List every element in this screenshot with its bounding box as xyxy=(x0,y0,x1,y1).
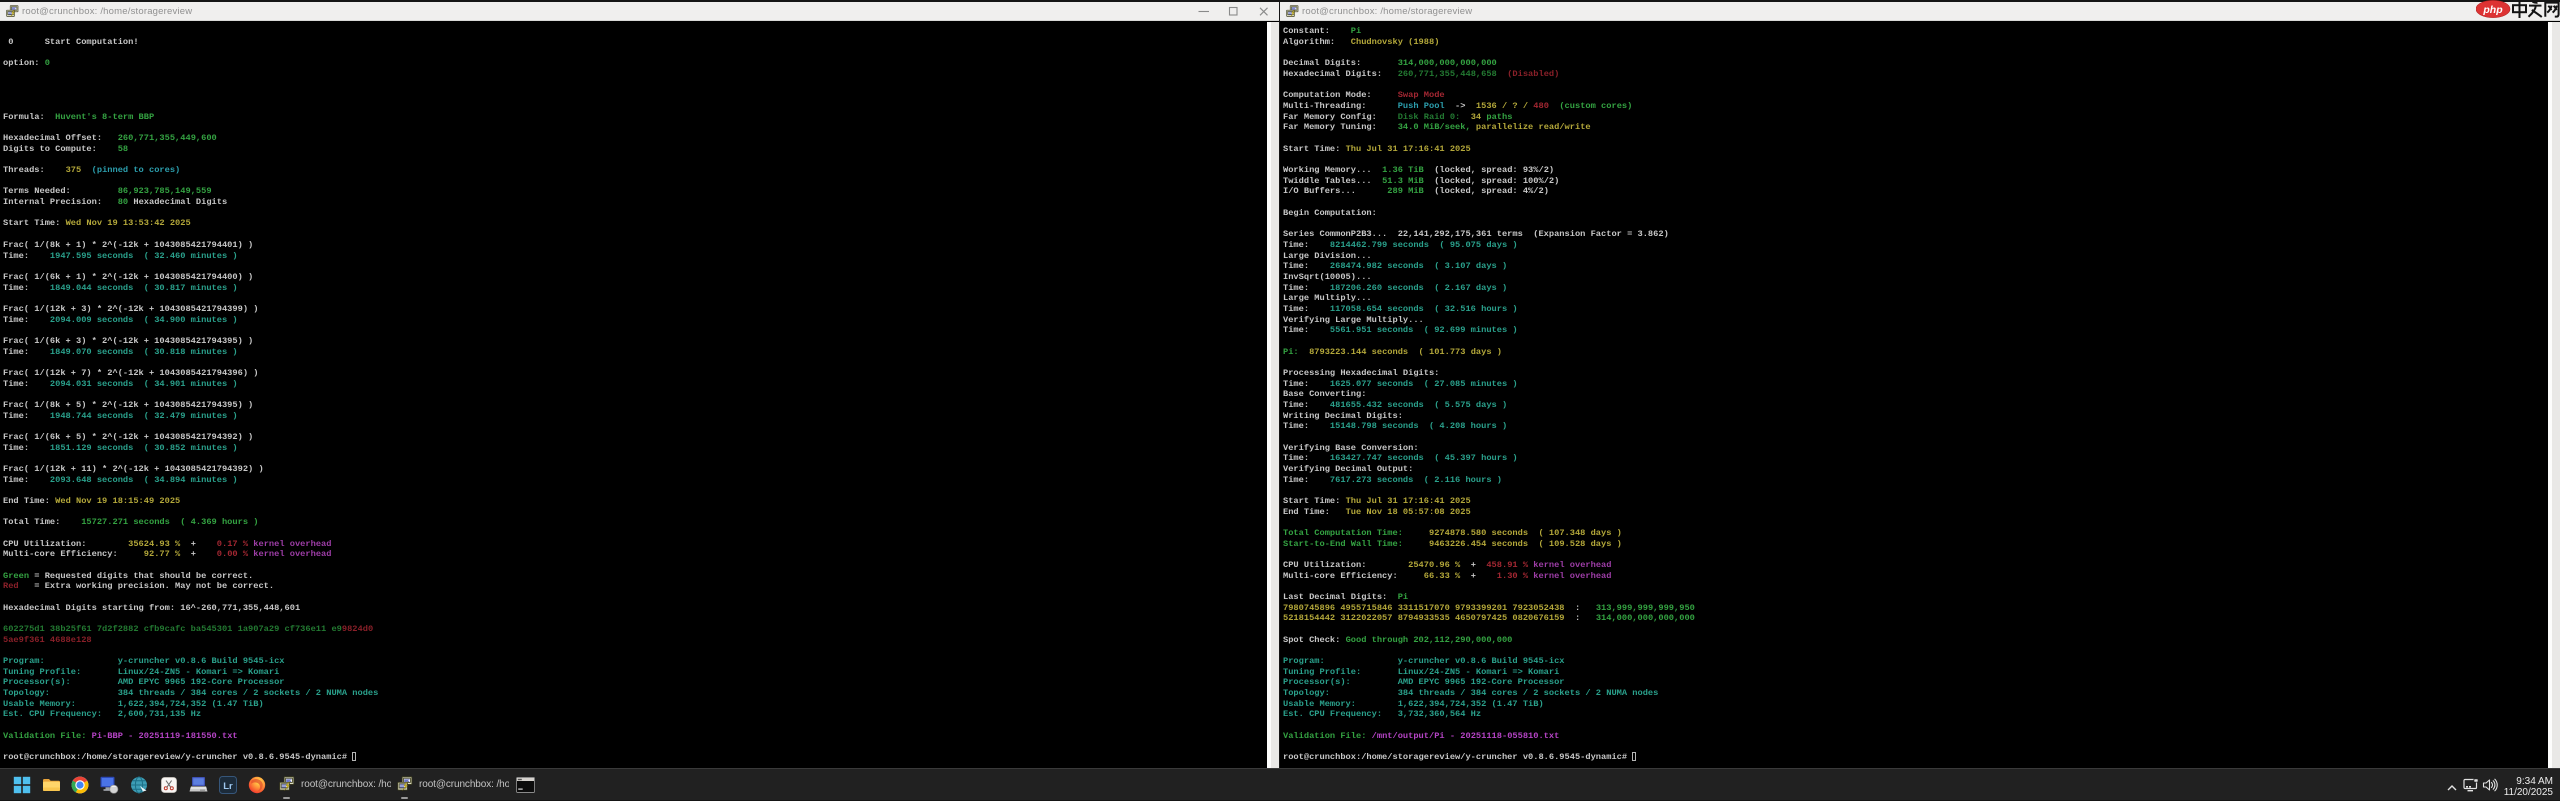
svg-text:php: php xyxy=(2482,4,2503,16)
svg-text:Lr: Lr xyxy=(223,781,233,792)
